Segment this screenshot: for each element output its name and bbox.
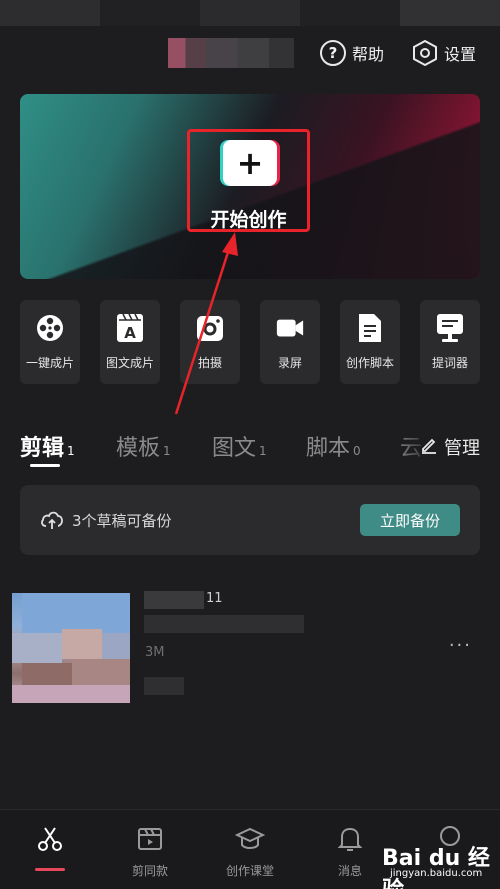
help-button[interactable]: ? 帮助 <box>320 38 384 68</box>
nav-label: 消息 <box>337 864 362 878</box>
settings-label: 设置 <box>444 45 477 64</box>
tool-label: 图文成片 <box>105 356 154 370</box>
tab-count: 1 <box>67 444 75 458</box>
tool-label: 一键成片 <box>25 356 74 370</box>
film-reel-icon <box>35 312 65 344</box>
more-options-icon[interactable]: ··· <box>449 635 472 656</box>
quick-tools: 一键成片 A 图文成片 拍摄 录屏 创作脚本 提词器 <box>20 300 480 384</box>
highlight-box <box>187 129 310 232</box>
teleprompter-icon <box>435 312 465 344</box>
cloud-upload-icon <box>40 509 64 531</box>
manage-button[interactable]: 管理 <box>420 434 480 460</box>
backup-now-button[interactable]: 立即备份 <box>360 504 460 536</box>
tool-screen-record[interactable]: 录屏 <box>260 300 320 384</box>
nav-creator-class[interactable]: 创作课堂 <box>200 824 300 879</box>
watermark-logo: Bai du 经验 <box>382 846 490 889</box>
camera-icon <box>195 312 225 344</box>
clapper-icon <box>135 824 165 854</box>
tool-label: 录屏 <box>277 356 302 370</box>
tool-one-click-video[interactable]: 一键成片 <box>20 300 80 384</box>
tab-label: 脚本 <box>306 436 351 461</box>
bell-icon <box>335 824 365 854</box>
nav-active-indicator <box>35 868 65 871</box>
tab-count: 1 <box>163 444 171 458</box>
top-bar: ? 帮助 设置 <box>0 34 500 72</box>
tab-count: 0 <box>353 444 361 458</box>
backup-message: 3个草稿可备份 <box>72 512 172 530</box>
tool-teleprompter[interactable]: 提词器 <box>420 300 480 384</box>
tool-image-text-video[interactable]: A 图文成片 <box>100 300 160 384</box>
help-label: 帮助 <box>352 45 385 64</box>
draft-item[interactable]: 11 3M ··· <box>12 585 488 705</box>
settings-icon <box>412 40 438 66</box>
help-icon: ? <box>320 40 346 66</box>
nav-edit[interactable] <box>0 824 100 854</box>
settings-button[interactable]: 设置 <box>412 38 476 68</box>
draft-size: 3M <box>145 645 165 660</box>
draft-title-blurred <box>144 591 204 609</box>
edit-pencil-icon <box>420 436 438 459</box>
draft-thumbnail <box>12 585 130 703</box>
active-tab-indicator <box>30 464 60 467</box>
status-bar <box>0 0 500 26</box>
tool-creation-script[interactable]: 创作脚本 <box>340 300 400 384</box>
watermark-url: jingyan.baidu.com <box>390 868 483 879</box>
tab-label: 图文 <box>212 436 257 461</box>
baidu-watermark: Bai du 经验 jingyan.baidu.com <box>382 840 500 889</box>
nav-label: 创作课堂 <box>225 864 274 878</box>
draft-title-partial: 11 <box>206 591 223 606</box>
tab-count: 1 <box>259 444 267 458</box>
scissors-icon <box>35 824 65 854</box>
tool-label: 提词器 <box>431 356 468 370</box>
nav-same-style[interactable]: 剪同款 <box>100 824 200 879</box>
account-name-blurred[interactable] <box>168 38 294 68</box>
tab-label: 模板 <box>116 436 161 461</box>
nav-label: 剪同款 <box>131 864 168 878</box>
tool-shoot[interactable]: 拍摄 <box>180 300 240 384</box>
draft-duration-blurred <box>144 677 184 695</box>
draft-date-blurred <box>144 615 304 633</box>
svg-text:A: A <box>124 324 136 342</box>
tab-edit[interactable]: 剪辑 1 <box>20 430 75 462</box>
tab-label: 剪辑 <box>20 436 65 461</box>
tab-scripts[interactable]: 脚本 0 <box>306 430 361 462</box>
tab-templates[interactable]: 模板 1 <box>116 430 171 462</box>
tab-image-text[interactable]: 图文 1 <box>212 430 267 462</box>
clapper-a-icon: A <box>115 312 145 344</box>
tool-label: 拍摄 <box>197 356 222 370</box>
project-tabs: 剪辑 1 模板 1 图文 1 脚本 0 云 管理 <box>20 430 480 470</box>
script-document-icon <box>355 312 385 344</box>
backup-card: 3个草稿可备份 立即备份 <box>20 485 480 555</box>
video-camera-icon <box>275 312 305 344</box>
tool-label: 创作脚本 <box>345 356 394 370</box>
graduation-cap-icon <box>235 824 265 854</box>
manage-label: 管理 <box>444 438 480 459</box>
